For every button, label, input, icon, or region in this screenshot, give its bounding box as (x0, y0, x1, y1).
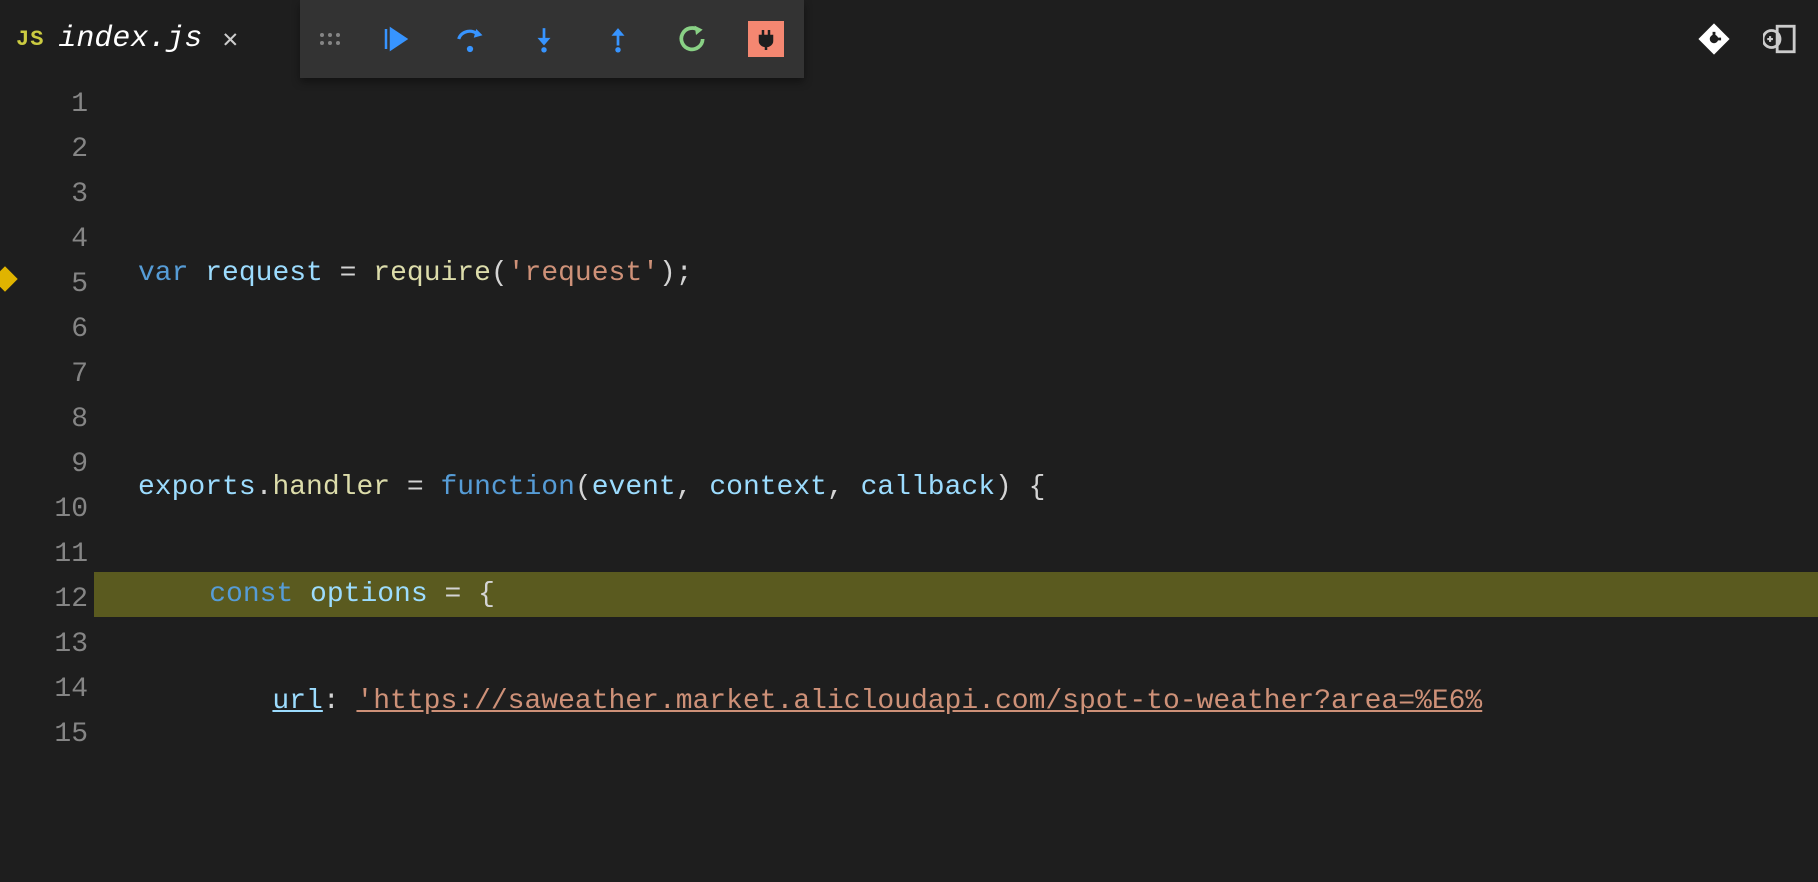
split-editor-icon[interactable] (1762, 21, 1798, 57)
code-content[interactable]: var request = require('request'); export… (94, 78, 1818, 882)
line-number: 2 (12, 127, 94, 172)
debug-toolbar (300, 0, 804, 78)
line-number: 9 (12, 442, 94, 487)
continue-button[interactable] (378, 21, 414, 57)
code-editor[interactable]: 1 2 3 4 5 6 7 8 9 10 11 12 13 14 15 var … (0, 78, 1818, 882)
line-number: 6 (12, 307, 94, 352)
line-number: 14 (12, 667, 94, 712)
code-line: url: 'https://saweather.market.aliclouda… (138, 679, 1818, 724)
line-number: 4 (12, 217, 94, 262)
line-number: 5 (12, 262, 94, 307)
line-number: 12 (12, 577, 94, 622)
line-number: 7 (12, 352, 94, 397)
source-control-icon[interactable] (1696, 21, 1732, 57)
line-number: 13 (12, 622, 94, 667)
editor-tab[interactable]: JS index.js ✕ (0, 0, 264, 78)
step-over-button[interactable] (452, 21, 488, 57)
breakpoint-gutter[interactable] (0, 78, 12, 882)
drag-handle-icon[interactable] (320, 33, 340, 45)
line-number-gutter: 1 2 3 4 5 6 7 8 9 10 11 12 13 14 15 (12, 78, 94, 882)
js-file-icon: JS (16, 27, 44, 52)
tab-bar: JS index.js ✕ (0, 0, 1818, 78)
code-line (138, 144, 1818, 189)
tab-filename: index.js (58, 22, 202, 56)
line-number: 3 (12, 172, 94, 217)
code-line: exports.handler = function(event, contex… (138, 465, 1818, 510)
step-into-button[interactable] (526, 21, 562, 57)
code-line: var request = require('request'); (138, 251, 1818, 296)
disconnect-button[interactable] (748, 21, 784, 57)
line-number: 11 (12, 532, 94, 577)
line-number: 8 (12, 397, 94, 442)
line-number: 1 (12, 82, 94, 127)
line-number: 10 (12, 487, 94, 532)
code-line-highlighted: const options = { (94, 572, 1818, 617)
step-out-button[interactable] (600, 21, 636, 57)
code-line (138, 358, 1818, 403)
editor-actions (1696, 0, 1798, 78)
code-line (138, 786, 1818, 831)
close-tab-button[interactable]: ✕ (216, 24, 244, 55)
restart-button[interactable] (674, 21, 710, 57)
line-number: 15 (12, 712, 94, 757)
